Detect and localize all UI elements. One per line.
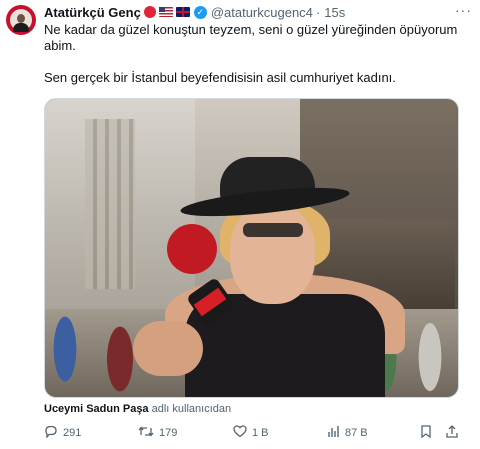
us-flag-icon xyxy=(158,7,173,17)
more-options-icon[interactable]: ··· xyxy=(455,2,472,18)
views-count: 87 B xyxy=(345,427,368,439)
share-icon xyxy=(446,425,458,441)
source-suffix: adlı kullanıcıdan xyxy=(151,403,232,415)
red-flower xyxy=(167,224,217,274)
heart-icon xyxy=(233,425,247,441)
author-name[interactable]: Atatürkçü Genç xyxy=(44,5,141,20)
tweet-video[interactable] xyxy=(44,98,459,398)
bookmark-icon xyxy=(420,425,432,441)
share-button[interactable] xyxy=(446,425,463,441)
separator-dot: · xyxy=(315,4,321,20)
video-source: Uceymi Sadun Paşa adlı kullanıcıdan xyxy=(44,403,231,415)
avatar-head xyxy=(17,14,25,23)
like-button[interactable]: 1 B xyxy=(233,425,269,441)
sunglasses xyxy=(243,223,303,237)
bookmark-button[interactable] xyxy=(420,425,437,441)
tweet-text: Ne kadar da güzel konuştun teyzem, seni … xyxy=(44,22,464,86)
tweet-header: Atatürkçü Genç ✓ @ataturkcugenc4 · 15s xyxy=(44,3,345,21)
avatar-suit xyxy=(13,23,29,32)
face xyxy=(230,204,315,304)
reply-count: 291 xyxy=(63,427,82,439)
avatar[interactable] xyxy=(6,5,36,35)
retweet-button[interactable]: 179 xyxy=(138,425,177,441)
verified-badge-icon[interactable]: ✓ xyxy=(193,5,207,19)
building-left-windows xyxy=(85,119,135,289)
like-count: 1 B xyxy=(252,427,269,439)
source-user-link[interactable]: Uceymi Sadun Paşa xyxy=(44,403,149,415)
tweet-actions: 291 179 1 B 87 B xyxy=(44,425,464,443)
reply-icon xyxy=(44,425,58,441)
tweet: Atatürkçü Genç ✓ @ataturkcugenc4 · 15s ·… xyxy=(0,0,480,449)
tweet-line-2: Sen gerçek bir İstanbul beyefendisisin a… xyxy=(44,70,396,85)
tweet-line-1: Ne kadar da güzel konuştun teyzem, seni … xyxy=(44,22,458,53)
retweet-count: 179 xyxy=(159,427,178,439)
uk-flag-icon xyxy=(175,7,190,17)
retweet-icon xyxy=(138,425,154,441)
red-circle-emoji-icon xyxy=(143,6,156,18)
interviewer-hand xyxy=(133,321,203,376)
tweet-time[interactable]: 15s xyxy=(324,5,345,20)
views-button[interactable]: 87 B xyxy=(327,425,368,441)
views-chart-icon xyxy=(327,425,340,441)
reply-button[interactable]: 291 xyxy=(44,425,81,441)
author-handle[interactable]: @ataturkcugenc4 xyxy=(211,5,313,20)
